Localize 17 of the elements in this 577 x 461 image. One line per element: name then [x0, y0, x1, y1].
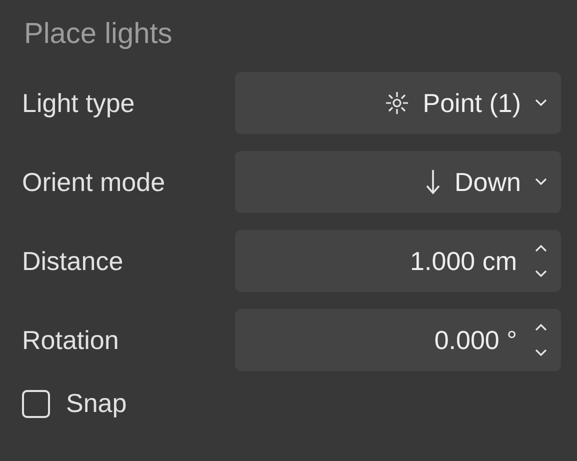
down-arrow-icon: [424, 169, 441, 195]
chevron-down-icon: [535, 99, 547, 107]
number-field[interactable]: 1.000 cm: [235, 230, 561, 292]
panel-title: Place lights: [23, 17, 174, 52]
checkbox-label: Snap: [66, 388, 127, 419]
dropdown[interactable]: Down: [235, 151, 561, 213]
field-label: Distance: [22, 246, 124, 276]
chevron-down-icon: [535, 178, 547, 186]
field-label: Rotation: [22, 324, 120, 356]
field-label: Orient mode: [22, 166, 166, 198]
field-label: Light type: [22, 88, 136, 118]
spinner-arrows-icon[interactable]: [535, 323, 547, 357]
dropdown[interactable]: Point (1): [235, 72, 561, 134]
spinner-arrows-icon[interactable]: [535, 244, 547, 278]
checkbox[interactable]: [22, 390, 50, 418]
light-icon: [384, 91, 409, 115]
number-field[interactable]: 0.000 °: [235, 309, 561, 371]
